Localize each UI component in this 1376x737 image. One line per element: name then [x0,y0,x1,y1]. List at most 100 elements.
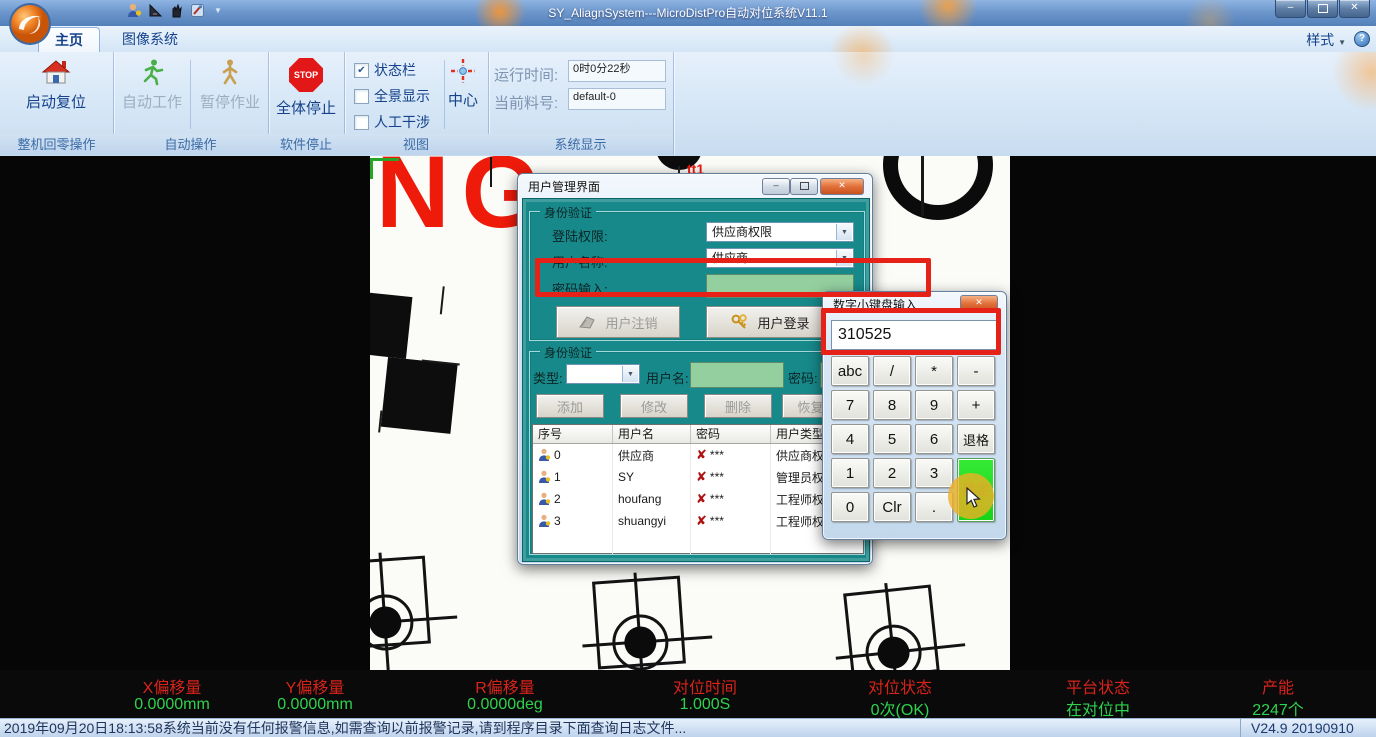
close-button[interactable]: ✕ [1339,0,1370,18]
permission-value: 供应商权限 [712,225,772,239]
user-logout-button[interactable]: 用户注销 [556,306,680,338]
key-7[interactable]: 7 [831,390,869,420]
help-icon[interactable]: ? [1354,31,1370,47]
key-divide[interactable]: / [873,356,911,386]
key-5[interactable]: 5 [873,424,911,454]
delete-button[interactable]: 删除 [704,394,772,418]
logout-icon [578,314,598,330]
roi-corner-mark [370,158,399,179]
cross-mark-icon: ✘ [696,491,707,507]
ribbon: 启动复位 整机回零操作 自动工作 暂停作业 自动操作 STOP 全体停止 软件停… [0,52,1376,157]
qat-dropdown-icon[interactable]: ▼ [214,6,222,15]
ribbon-group-auto: 自动工作 暂停作业 自动操作 [113,52,269,155]
key-2[interactable]: 2 [873,458,911,488]
checker-fiducial [370,276,468,440]
start-reset-button[interactable]: 启动复位 [13,58,99,130]
ribbon-tab-row: 主页 图像系统 样式 ▼ ? [0,26,1376,52]
ribbon-group-home-reset: 启动复位 整机回零操作 [0,52,114,155]
modify-button[interactable]: 修改 [620,394,688,418]
group-label-stop: 软件停止 [268,134,344,155]
auto-work-button[interactable]: 自动工作 [109,58,195,130]
user-management-dialog: 用户管理界面 – ✕ 身份验证 登陆权限: 供应商权限 ▼ 用户名称: 供应商 … [517,173,873,565]
cross-mark-icon: ✘ [696,469,707,485]
permission-label: 登陆权限: [552,226,608,245]
checkbox-statusbar-label: 状态栏 [374,60,416,80]
pause-man-icon [216,58,244,86]
table-row[interactable]: 0 供应商 ✘*** 供应商权限 [533,444,863,466]
pause-job-button[interactable]: 暂停作业 [187,58,273,130]
dialog-title: 用户管理界面 [528,178,600,195]
maximize-button[interactable] [1307,0,1338,18]
table-header-row: 序号 用户名 密码 用户类型 [533,425,863,444]
minimize-button[interactable]: – [1275,0,1306,18]
style-menu-label: 样式 [1306,32,1334,48]
group-label-view: 视图 [344,134,488,155]
check-icon: ✔ [357,65,365,76]
table-row[interactable]: 2 houfang ✘*** 工程师权限 [533,488,863,510]
key-3[interactable]: 3 [915,458,953,488]
tab-image-system[interactable]: 图像系统 [106,27,194,51]
key-4[interactable]: 4 [831,424,869,454]
mark-tick [490,157,492,187]
checkbox-icon [354,89,369,104]
ring-fiducial-line [921,156,924,216]
manage-auth-group: 身份验证 类型: ▼ 用户名: 密码: 添加 修改 删除 恢复初始 序号 用户名… [529,351,865,555]
type-select[interactable]: ▼ [566,364,640,384]
user-icon [538,470,551,484]
key-1[interactable]: 1 [831,458,869,488]
stop-icon: STOP [289,58,323,92]
cross-mark-icon: ✘ [696,447,707,463]
key-9[interactable]: 9 [915,390,953,420]
application-orb[interactable] [7,1,53,47]
table-row[interactable]: 3 shuangyi ✘*** 工程师权限 [533,510,863,532]
key-abc[interactable]: abc [831,356,869,386]
user-icon [538,492,551,506]
permission-select[interactable]: 供应商权限 ▼ [706,222,854,242]
stop-all-label: 全体停止 [276,97,336,118]
checkbox-statusbar[interactable]: ✔ 状态栏 [354,60,416,80]
user-login-button[interactable]: 用户登录 [706,306,834,338]
chevron-down-icon[interactable]: ▼ [622,366,638,382]
part-number-value: default-0 [568,88,666,110]
key-plus[interactable]: + [957,390,995,420]
cross-fiducial [578,568,717,670]
checkbox-manual[interactable]: 人工干涉 [354,112,430,132]
key-8[interactable]: 8 [873,390,911,420]
style-menu-button[interactable]: 样式 ▼ [1306,30,1346,50]
new-username-input[interactable] [690,362,784,388]
chevron-down-icon[interactable]: ▼ [836,224,852,240]
auto-work-label: 自动工作 [122,91,182,112]
dialog-close-button[interactable]: ✕ [820,178,864,195]
user-icon [538,514,551,528]
key-6[interactable]: 6 [915,424,953,454]
table-row[interactable]: 1 SY ✘*** 管理员权限 [533,466,863,488]
group-label-system-display: 系统显示 [488,134,673,155]
ring-fiducial [883,156,993,220]
log-bar: 2019年09月20日18:13:58系统当前没有任何报警信息,如需查询以前报警… [0,718,1376,737]
dialog-restore-button[interactable] [790,178,818,195]
start-reset-label: 启动复位 [26,91,86,112]
stop-all-button[interactable]: STOP 全体停止 [263,58,349,130]
ruler-tool-icon[interactable] [147,2,164,19]
hand-tool-icon[interactable] [168,2,185,19]
user-logout-label: 用户注销 [605,313,657,332]
key-0[interactable]: 0 [831,492,869,522]
col-index: 序号 [533,425,613,443]
key-backspace[interactable]: 退格 [957,424,995,454]
checkbox-panorama[interactable]: 全景显示 [354,86,430,106]
settings-tool-icon[interactable] [189,2,206,19]
dialog-minimize-button[interactable]: – [762,178,790,195]
user-tool-icon[interactable] [126,2,143,19]
key-clr[interactable]: Clr [873,492,911,522]
center-button[interactable]: 中心 [440,58,486,130]
user-table[interactable]: 序号 用户名 密码 用户类型 0 供应商 ✘*** 供应商权限 1 SY ✘**… [532,424,864,554]
checkbox-manual-label: 人工干涉 [374,112,430,132]
key-multiply[interactable]: * [915,356,953,386]
version-text: V24.9 20190910 [1251,719,1354,737]
quick-access-toolbar: ▼ [126,2,222,19]
group-label-home-reset: 整机回零操作 [0,134,113,155]
key-minus[interactable]: - [957,356,995,386]
type-label: 类型: [533,368,563,387]
crosshair-icon [450,58,476,84]
add-button[interactable]: 添加 [536,394,604,418]
